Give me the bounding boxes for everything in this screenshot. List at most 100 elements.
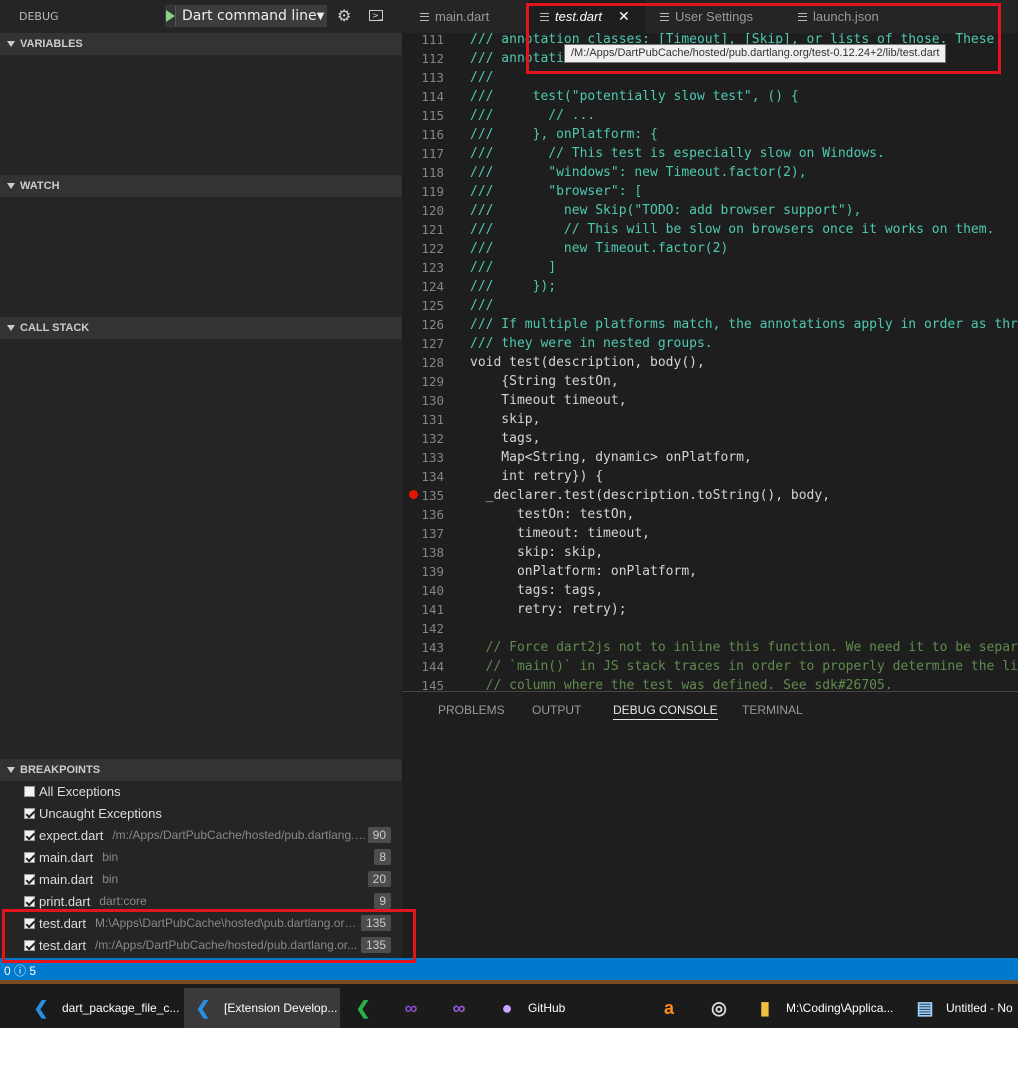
breakpoint-row[interactable]: main.dart bin 20 bbox=[0, 868, 402, 890]
code-line: 143 // Force dart2js not to inline this … bbox=[402, 638, 1018, 657]
breakpoint-row[interactable]: print.dart dart:core 9 bbox=[0, 890, 402, 912]
collapse-icon bbox=[7, 767, 15, 773]
debug-console-icon[interactable]: >_ bbox=[369, 10, 383, 21]
code-text: void test(description, body(), bbox=[470, 355, 705, 370]
tab-test-dart[interactable]: test.dart ✕ bbox=[528, 0, 646, 33]
breakpoint-row[interactable]: All Exceptions bbox=[0, 780, 402, 802]
variables-section-header[interactable]: VARIABLES bbox=[0, 33, 402, 55]
breakpoint-file: main.dart bbox=[39, 849, 94, 865]
code-text: /// bbox=[470, 298, 494, 313]
line-number: 122 bbox=[421, 241, 444, 256]
vscode-insiders-icon: ❮ bbox=[355, 997, 371, 1018]
breakpoint-marker-icon[interactable] bbox=[409, 490, 418, 499]
file-icon bbox=[540, 12, 549, 21]
line-number: 133 bbox=[421, 450, 444, 465]
vscode-icon: ❮ bbox=[195, 997, 211, 1018]
debug-sidebar: DEBUG Dart command line ▼ ⚙ >_ VARIABLES… bbox=[0, 0, 402, 958]
taskbar-item[interactable]: ◎ bbox=[706, 988, 740, 1028]
line-number: 119 bbox=[421, 184, 444, 199]
watch-section-header[interactable]: WATCH bbox=[0, 175, 402, 197]
code-line: 121 /// // This will be slow on browsers … bbox=[402, 220, 1018, 239]
bottom-panel: PROBLEMS OUTPUT DEBUG CONSOLE TERMINAL bbox=[402, 691, 1018, 958]
breakpoint-row[interactable]: expect.dart/m:/Apps/DartPubCache/hosted/… bbox=[0, 824, 402, 846]
code-line: 136 testOn: testOn, bbox=[402, 505, 1018, 524]
launch-config-label: Dart command line bbox=[182, 8, 317, 24]
breakpoint-checkbox[interactable] bbox=[24, 851, 35, 863]
taskbar-item[interactable]: ▤ Untitled - No bbox=[912, 988, 1012, 1028]
code-line: 140 tags: tags, bbox=[402, 581, 1018, 600]
tab-debug-console[interactable]: DEBUG CONSOLE bbox=[613, 703, 718, 720]
line-number: 142 bbox=[421, 621, 444, 636]
code-text: tags, bbox=[470, 431, 541, 446]
code-text: timeout: timeout, bbox=[470, 526, 651, 541]
tab-label: User Settings bbox=[675, 9, 754, 24]
tab-output[interactable]: OUTPUT bbox=[532, 703, 581, 717]
breakpoint-path: /m:/Apps/DartPubCache/hosted/pub.dartlan… bbox=[94, 938, 358, 952]
code-text: Map<String, dynamic> onPlatform, bbox=[470, 450, 752, 465]
breakpoint-line-badge: 9 bbox=[374, 893, 391, 909]
collapse-icon bbox=[7, 41, 15, 47]
tab-user-settings[interactable]: User Settings bbox=[660, 0, 780, 33]
tab-terminal[interactable]: TERMINAL bbox=[742, 703, 803, 717]
breakpoint-checkbox[interactable] bbox=[24, 873, 35, 885]
breakpoint-checkbox[interactable] bbox=[24, 939, 35, 951]
taskbar-item[interactable]: a bbox=[656, 988, 690, 1028]
taskbar-item[interactable]: ∞ bbox=[398, 988, 432, 1028]
taskbar-item[interactable]: ▮ M:\Coding\Applica... bbox=[752, 988, 893, 1028]
breakpoint-checkbox[interactable] bbox=[24, 895, 35, 907]
taskbar-item[interactable]: ❮ bbox=[350, 988, 384, 1028]
taskbar-item[interactable]: ❮ dart_package_file_c... bbox=[28, 988, 179, 1028]
debug-title: DEBUG bbox=[19, 10, 59, 23]
breakpoint-line-badge: 8 bbox=[374, 849, 391, 865]
call-stack-section-header[interactable]: CALL STACK bbox=[0, 317, 402, 339]
start-debugging-button[interactable] bbox=[166, 6, 176, 26]
code-text: /// new Skip("TODO: add browser support"… bbox=[470, 203, 862, 218]
code-line: 134 int retry}) { bbox=[402, 467, 1018, 486]
obs-icon: ◎ bbox=[711, 997, 727, 1018]
taskbar-item[interactable]: ❮ [Extension Develop... bbox=[184, 988, 340, 1028]
breakpoint-checkbox[interactable] bbox=[24, 917, 35, 929]
breakpoint-row[interactable]: test.dart M:\Apps\DartPubCache\hosted\pub… bbox=[0, 912, 402, 934]
tab-problems[interactable]: PROBLEMS bbox=[438, 703, 505, 717]
code-line: 142 bbox=[402, 619, 1018, 638]
line-number: 144 bbox=[421, 659, 444, 674]
code-line: 129 {String testOn, bbox=[402, 372, 1018, 391]
breakpoint-row[interactable]: main.dart bin 8 bbox=[0, 846, 402, 868]
code-line: 114 /// test("potentially slow test", () … bbox=[402, 87, 1018, 106]
status-problems-count[interactable]: 0 ⓘ 5 bbox=[4, 962, 36, 979]
line-number: 136 bbox=[421, 507, 444, 522]
taskbar-item[interactable]: ● GitHub bbox=[494, 988, 566, 1028]
code-editor[interactable]: 111/// annotation classes: [Timeout], [S… bbox=[402, 33, 1018, 691]
breakpoint-row[interactable]: Uncaught Exceptions bbox=[0, 802, 402, 824]
code-text: tags: tags, bbox=[470, 583, 604, 598]
code-text: {String testOn, bbox=[470, 374, 619, 389]
breakpoints-section-header[interactable]: BREAKPOINTS bbox=[0, 759, 402, 781]
code-text: /// }, onPlatform: { bbox=[470, 127, 658, 142]
breakpoint-line-badge: 135 bbox=[360, 915, 391, 931]
line-number: 117 bbox=[421, 146, 444, 161]
file-icon bbox=[798, 12, 807, 21]
file-icon bbox=[420, 12, 429, 21]
taskbar-item[interactable]: ∞ bbox=[446, 988, 480, 1028]
breakpoints-label: BREAKPOINTS bbox=[20, 764, 101, 776]
line-number: 114 bbox=[421, 89, 444, 104]
breakpoint-path: M:\Apps\DartPubCache\hosted\pub.dartlang… bbox=[94, 916, 361, 930]
gear-icon[interactable]: ⚙ bbox=[337, 7, 353, 25]
breakpoint-checkbox[interactable] bbox=[24, 829, 35, 841]
code-line: 122 /// new Timeout.factor(2) bbox=[402, 239, 1018, 258]
breakpoint-checkbox[interactable] bbox=[24, 807, 35, 819]
code-text: /// "windows": new Timeout.factor(2), bbox=[470, 165, 807, 180]
blank-area bbox=[0, 1028, 1018, 1080]
breakpoint-path: bin bbox=[102, 850, 119, 864]
breakpoint-checkbox[interactable] bbox=[24, 785, 35, 797]
github-icon: ● bbox=[501, 997, 513, 1018]
launch-config-select[interactable]: Dart command line ▼ bbox=[165, 5, 327, 27]
close-icon[interactable]: ✕ bbox=[618, 8, 630, 25]
code-line: 131 skip, bbox=[402, 410, 1018, 429]
breakpoint-file: test.dart bbox=[39, 937, 86, 953]
amazon-icon: a bbox=[663, 997, 674, 1018]
tab-main-dart[interactable]: main.dart bbox=[420, 0, 525, 33]
breakpoint-row[interactable]: test.dart/m:/Apps/DartPubCache/hosted/pu… bbox=[0, 934, 402, 956]
tab-launch-json[interactable]: launch.json bbox=[798, 0, 908, 33]
code-line: 128 void test(description, body(), bbox=[402, 353, 1018, 372]
